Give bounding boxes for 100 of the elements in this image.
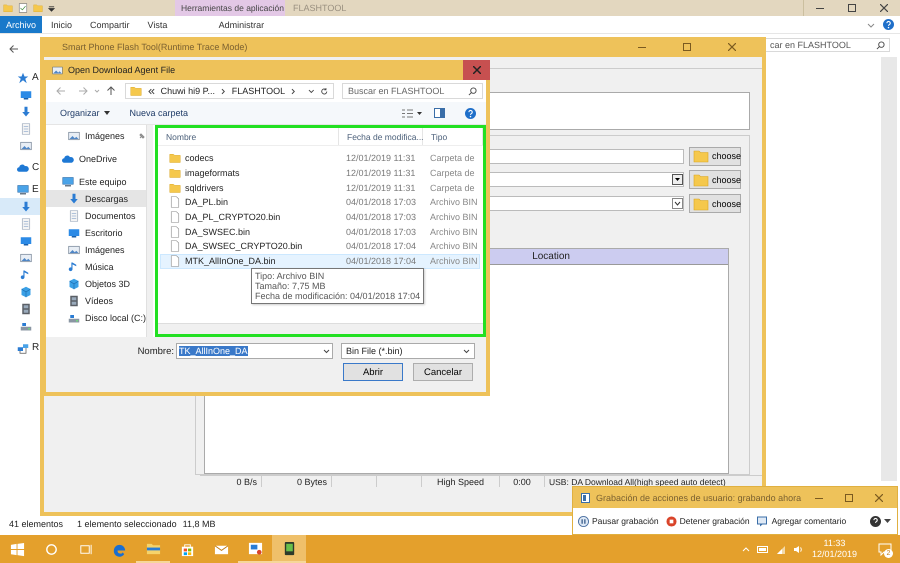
search-field[interactable]: car en FLASHTOOL (765, 38, 890, 52)
nav-item[interactable]: C (0, 159, 40, 176)
file-name: MTK_AllInOne_DA.bin (185, 256, 276, 266)
filename-field[interactable]: TK_AllInOne_DA (176, 343, 333, 359)
cloud-icon (17, 162, 29, 174)
maximize-icon (682, 43, 690, 51)
column-header[interactable]: Tipo (423, 128, 483, 145)
status-text: USB: DA Download All(high speed auto detect) (548, 476, 727, 487)
nav-item[interactable]: E (0, 181, 40, 198)
file-date: 12/01/2019 11:31 (345, 182, 416, 193)
file-row[interactable]: DA_PL.bin 04/01/2018 17:03 Archivo BIN (160, 195, 480, 210)
stop-icon (666, 516, 677, 526)
toolbar-button[interactable]: Pausar grabación (578, 516, 659, 526)
nav-item[interactable]: R (0, 339, 40, 356)
scrollbar[interactable] (146, 125, 153, 337)
nav-item[interactable] (0, 198, 40, 215)
dropdown-caret-icon (884, 518, 891, 524)
comment-icon (756, 516, 769, 526)
folder-icon (169, 167, 181, 180)
folder-icon (130, 85, 142, 97)
folder-icon (3, 3, 13, 13)
toolbar-button[interactable]: Agregar comentario (756, 516, 846, 526)
field-label: Nombre: (136, 346, 175, 356)
new-folder-button[interactable]: Nueva carpeta (130, 108, 188, 118)
nav-item[interactable]: Este equipo (46, 173, 146, 190)
file-row[interactable]: sqldrivers 12/01/2019 11:31 Carpeta de (160, 180, 480, 196)
file-type: Archivo BIN (430, 197, 478, 208)
file-icon (169, 211, 181, 224)
ribbon-tab[interactable]: Compartir (81, 16, 139, 33)
document-icon (68, 210, 80, 222)
close-icon (728, 43, 736, 51)
nav-item[interactable]: Imágenes (46, 127, 146, 144)
network-icon (17, 342, 29, 354)
maximize-icon (845, 494, 853, 502)
cloud-icon (62, 152, 74, 164)
horizontal-scrollbar[interactable] (158, 323, 483, 334)
close-icon (880, 4, 888, 12)
file-name: codecs (185, 153, 214, 164)
file-row[interactable]: DA_SWSEC_CRYPTO20.bin 04/01/2018 17:04 Archivo BIN (160, 239, 480, 254)
cancel-button[interactable]: Cancelar (413, 363, 473, 381)
nav-item[interactable]: OneDrive (46, 150, 146, 167)
taskbar-button[interactable] (272, 535, 306, 563)
file-date: 04/01/2018 17:03 (345, 212, 418, 222)
choose-button[interactable]: choose (689, 194, 741, 214)
choose-button[interactable]: choose (689, 170, 741, 190)
dropdown-caret-icon (463, 348, 470, 354)
dropdown-caret-icon (323, 348, 330, 354)
nav-item[interactable]: Documentos (46, 207, 146, 224)
ribbon-tab[interactable]: Vista (138, 16, 176, 33)
column-header[interactable]: Fecha de modifica... (339, 128, 423, 145)
open-button[interactable]: Abrir (343, 363, 403, 381)
ribbon-tab[interactable]: Administrar (186, 18, 296, 30)
file-row[interactable]: DA_SWSEC.bin 04/01/2018 17:03 Archivo BIN (160, 224, 480, 240)
clock-date: 12/01/2019 (812, 549, 857, 560)
image-icon (20, 252, 32, 264)
file-name: DA_SWSEC_CRYPTO20.bin (185, 241, 302, 252)
file-tab[interactable]: Archivo (0, 16, 42, 33)
breadcrumb-item[interactable]: Chuwi hi9 P... (160, 86, 215, 96)
film-icon (68, 294, 80, 306)
file-row[interactable]: MTK_AllInOne_DA.bin 04/01/2018 17:04 Archivo BIN (160, 254, 480, 268)
nav-item[interactable]: A (0, 69, 40, 86)
image-icon (52, 64, 63, 76)
file-type: Archivo BIN (430, 256, 478, 266)
nav-item[interactable]: Imágenes (46, 241, 146, 258)
file-type: Carpeta de (430, 182, 475, 193)
computer-icon (17, 184, 29, 196)
up-arrow-icon (106, 86, 116, 96)
forward-arrow-icon (78, 86, 88, 96)
toolbar-button[interactable]: Detener grabación (666, 516, 750, 526)
nav-item[interactable]: Música (46, 258, 146, 275)
ribbon-tab[interactable]: Inicio (42, 16, 82, 33)
monitor-icon (20, 234, 32, 246)
breadcrumb-item[interactable]: FLASHTOOL (232, 86, 286, 96)
file-row[interactable]: DA_PL_CRYPTO20.bin 04/01/2018 17:03 Archivo BIN (160, 210, 480, 224)
monitor-icon (20, 88, 32, 100)
nav-item[interactable]: Objetos 3D (46, 275, 146, 292)
close-button[interactable] (463, 60, 490, 80)
refresh-icon (320, 86, 329, 96)
nav-item[interactable]: Disco local (C:) (46, 309, 146, 326)
file-type: Archivo BIN (430, 226, 478, 237)
caret-icon (104, 111, 110, 115)
choose-button[interactable]: choose (689, 146, 741, 166)
image-viewer-icon (248, 540, 262, 556)
column-header[interactable]: Nombre (158, 128, 339, 145)
file-type-dropdown[interactable]: Bin File (*.bin) (341, 343, 475, 359)
file-row[interactable]: imageformats 12/01/2019 11:31 Carpeta de (160, 166, 480, 180)
download-arrow-icon (20, 200, 32, 212)
file-name: DA_SWSEC.bin (185, 226, 250, 237)
address-bar[interactable]: Chuwi hi9 P... FLASHTOOL (125, 83, 334, 99)
recent-locations-icon (94, 88, 100, 94)
nav-item[interactable]: Vídeos (46, 292, 146, 309)
file-row[interactable]: codecs 12/01/2019 11:31 Carpeta de (160, 151, 480, 166)
nav-item[interactable]: Descargas (46, 190, 146, 207)
download-arrow-icon (68, 192, 80, 204)
search-field[interactable]: Buscar en FLASHTOOL (342, 83, 483, 99)
organize-menu[interactable]: Organizar (60, 108, 110, 118)
file-icon (169, 226, 181, 238)
folder-icon (169, 152, 181, 164)
nav-item[interactable]: Escritorio (46, 224, 146, 241)
overflow-chevron-icon (148, 88, 155, 94)
